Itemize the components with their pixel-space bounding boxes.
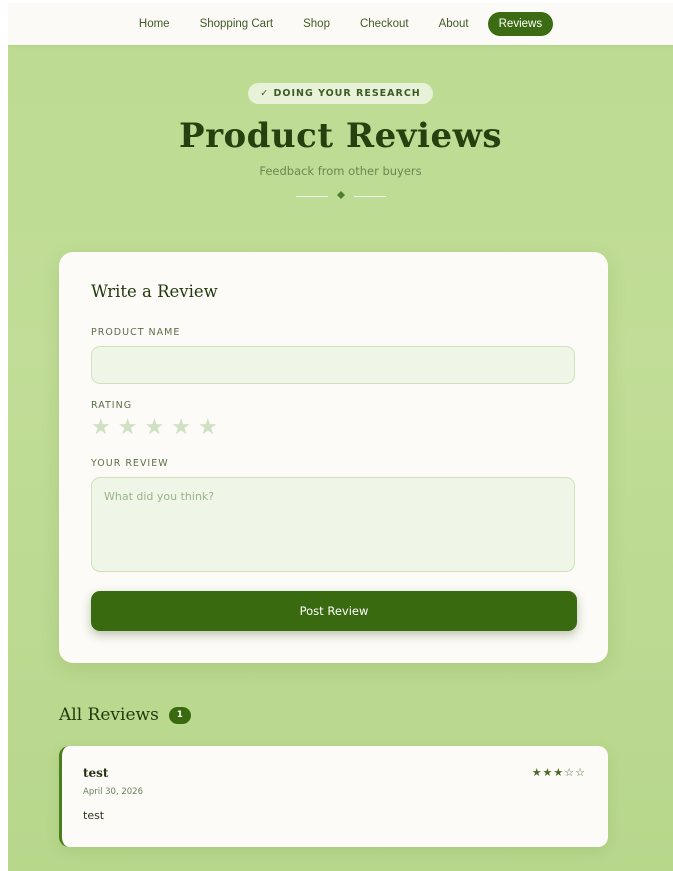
product-name-input[interactable] (91, 346, 575, 384)
product-name-label: PRODUCT NAME (91, 327, 181, 338)
nav-about[interactable]: About (428, 12, 480, 36)
review-textarea[interactable]: What did you think? (91, 477, 575, 572)
page-title: Product Reviews (179, 116, 502, 156)
nav-reviews[interactable]: Reviews (487, 12, 554, 36)
all-reviews-header: All Reviews 1 (59, 705, 191, 725)
leaf-icon (336, 190, 346, 203)
your-review-label: YOUR REVIEW (91, 458, 169, 469)
top-nav: Home Shopping Cart Shop Checkout About R… (8, 3, 673, 45)
write-review-card: Write a Review PRODUCT NAME RATING ★ ★ ★… (59, 252, 608, 663)
write-review-title: Write a Review (91, 282, 218, 301)
divider-line-left (295, 195, 328, 198)
page-subtitle: Feedback from other buyers (259, 164, 422, 178)
review-date: April 30, 2026 (83, 787, 143, 797)
star-icon-1[interactable]: ★ (91, 417, 111, 439)
nav-shop[interactable]: Shop (292, 12, 341, 36)
review-count-badge: 1 (168, 706, 191, 724)
nav-shopping-cart[interactable]: Shopping Cart (189, 12, 285, 36)
star-icon-3[interactable]: ★ (144, 417, 164, 439)
review-text: test (83, 809, 105, 822)
divider-line-right (353, 195, 386, 198)
rating-label: RATING (91, 400, 133, 411)
page: Home Shopping Cart Shop Checkout About R… (8, 3, 673, 871)
nav-checkout[interactable]: Checkout (349, 12, 420, 36)
post-review-button[interactable]: Post Review (91, 591, 577, 631)
star-icon-5[interactable]: ★ (198, 417, 218, 439)
hero-divider (8, 190, 673, 203)
rating-stars: ★ ★ ★ ★ ★ (91, 417, 218, 439)
all-reviews-title: All Reviews (59, 705, 159, 725)
nav-home[interactable]: Home (128, 12, 181, 36)
review-rating-stars-icon: ★★★☆☆ (531, 766, 586, 779)
review-placeholder: What did you think? (104, 490, 215, 503)
review-author: test (83, 766, 109, 780)
star-icon-4[interactable]: ★ (171, 417, 191, 439)
star-icon-2[interactable]: ★ (118, 417, 138, 439)
research-badge: ✓ DOING YOUR RESEARCH (248, 83, 433, 104)
review-item: test April 30, 2026 test ★★★☆☆ (59, 746, 608, 847)
hero: ✓ DOING YOUR RESEARCH Product Reviews Fe… (8, 45, 673, 203)
